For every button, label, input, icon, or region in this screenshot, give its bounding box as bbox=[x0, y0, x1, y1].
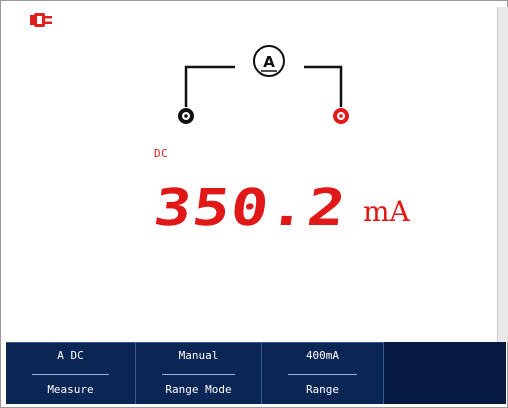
softkey-bar: A DC Measure Manual Range Mode 400mA Ran… bbox=[6, 342, 506, 404]
softkey-measure[interactable]: A DC Measure bbox=[6, 342, 136, 404]
com-terminal-icon bbox=[178, 108, 194, 124]
reading-value: 350.2 bbox=[150, 177, 350, 238]
softkey-range[interactable]: 400mA Range bbox=[262, 342, 384, 404]
softkey-range-value: 400mA bbox=[305, 349, 340, 362]
side-scrollbar[interactable] bbox=[497, 7, 508, 342]
softkey-range-mode[interactable]: Manual Range Mode bbox=[136, 342, 262, 404]
softkey-range-label: Range bbox=[305, 383, 340, 396]
input-terminal-icon bbox=[333, 108, 349, 124]
ammeter-icon: A bbox=[253, 45, 285, 77]
measurement-reading: 350.2 mA bbox=[150, 171, 409, 243]
measurement-mode-label: DC bbox=[154, 147, 169, 160]
probe-connection-diagram: A bbox=[178, 45, 349, 124]
reading-unit: mA bbox=[363, 195, 410, 228]
softkey-range-mode-value: Manual bbox=[178, 349, 219, 362]
softkey-divider bbox=[162, 374, 235, 375]
softkey-divider bbox=[32, 374, 109, 375]
ammeter-symbol: A bbox=[263, 53, 275, 71]
softkey-measure-value: A DC bbox=[57, 349, 84, 362]
softkey-divider bbox=[288, 374, 357, 375]
softkey-range-mode-label: Range Mode bbox=[165, 383, 232, 396]
power-plug-icon bbox=[30, 13, 52, 27]
softkey-measure-label: Measure bbox=[47, 383, 94, 396]
